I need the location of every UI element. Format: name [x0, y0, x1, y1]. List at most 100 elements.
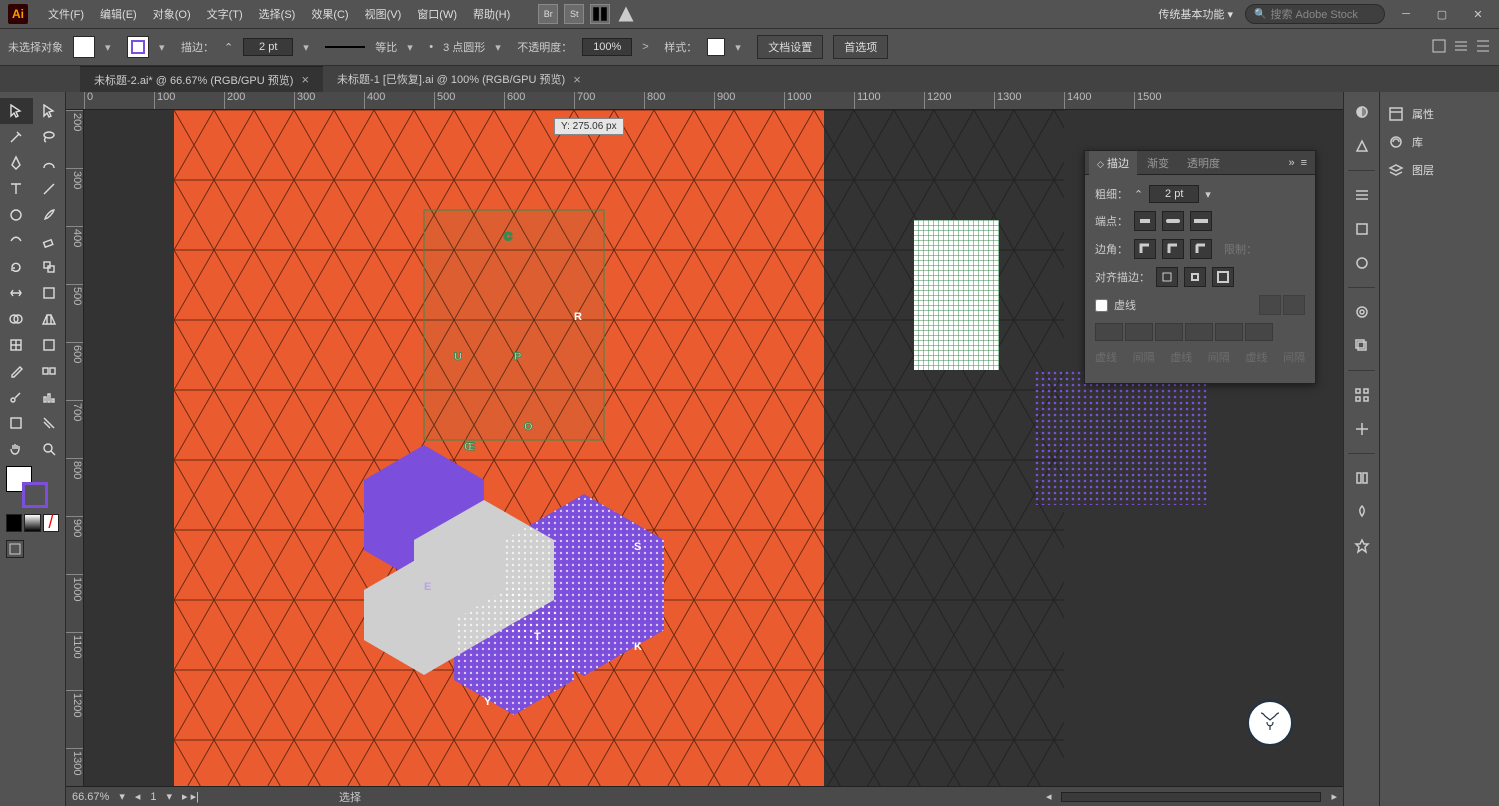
symbol-sprayer-tool[interactable]	[0, 384, 33, 410]
tab-close-icon[interactable]: ×	[301, 72, 309, 87]
transform-icon[interactable]	[1453, 38, 1469, 57]
cap-round-icon[interactable]	[1162, 211, 1184, 231]
minimize-button[interactable]: ─	[1391, 4, 1421, 24]
stock-button[interactable]: St	[564, 4, 584, 24]
color-guide-icon[interactable]	[1344, 132, 1380, 160]
libraries-panel-button[interactable]: 库	[1386, 128, 1493, 156]
line-tool[interactable]	[33, 176, 66, 202]
selection-tool[interactable]	[0, 98, 33, 124]
color-mode-gradient[interactable]	[24, 514, 40, 532]
graphic-styles-panel-icon[interactable]	[1344, 498, 1380, 526]
menu-select[interactable]: 选择(S)	[251, 2, 304, 26]
blend-tool[interactable]	[33, 358, 66, 384]
align-icon[interactable]	[1431, 38, 1447, 57]
pattern-swatch-purple[interactable]	[1034, 370, 1209, 505]
eyedropper-tool[interactable]	[0, 358, 33, 384]
layers-panel-button[interactable]: 图层	[1386, 156, 1493, 184]
document-setup-button[interactable]: 文档设置	[757, 35, 823, 59]
doc-tab-2[interactable]: 未标题-1 [已恢复].ai @ 100% (RGB/GPU 预览) ×	[323, 66, 595, 92]
eraser-tool[interactable]	[33, 228, 66, 254]
stroke-weight-input[interactable]	[243, 38, 293, 56]
symbols-panel-icon[interactable]	[1344, 298, 1380, 326]
pen-tool[interactable]	[0, 150, 33, 176]
panel-collapse-icon[interactable]: »	[1288, 157, 1294, 169]
zoom-tool[interactable]	[33, 436, 66, 462]
vertical-ruler[interactable]: 2003004005006007008009001000110012001300	[66, 110, 84, 786]
swatches-panel-icon[interactable]	[1344, 215, 1380, 243]
stroke-color-icon[interactable]	[22, 482, 48, 508]
align-inside-icon[interactable]	[1184, 267, 1206, 287]
fill-stroke-indicator[interactable]	[0, 462, 65, 512]
transform-panel-icon[interactable]	[1344, 332, 1380, 360]
join-bevel-icon[interactable]	[1190, 239, 1212, 259]
slice-tool[interactable]	[33, 410, 66, 436]
panel-menu-icon[interactable]	[1475, 38, 1491, 57]
align-center-icon[interactable]	[1156, 267, 1178, 287]
menu-view[interactable]: 视图(V)	[357, 2, 410, 26]
preferences-button[interactable]: 首选项	[833, 35, 888, 59]
fill-swatch[interactable]	[73, 36, 95, 58]
mesh-tool[interactable]	[0, 332, 33, 358]
ellipse-tool[interactable]	[0, 202, 33, 228]
symbols-icon[interactable]	[1344, 532, 1380, 560]
join-miter-icon[interactable]	[1134, 239, 1156, 259]
doc-tab-1[interactable]: 未标题-2.ai* @ 66.67% (RGB/GPU 预览) ×	[80, 66, 323, 93]
appearance-panel-icon[interactable]	[1344, 464, 1380, 492]
hand-tool[interactable]	[0, 436, 33, 462]
stroke-profile-icon[interactable]	[325, 46, 365, 48]
paintbrush-tool[interactable]	[33, 202, 66, 228]
menu-effect[interactable]: 效果(C)	[303, 2, 356, 26]
width-tool[interactable]	[0, 280, 33, 306]
align-panel-icon[interactable]	[1344, 381, 1380, 409]
gpu-icon[interactable]	[616, 4, 636, 24]
color-mode-solid[interactable]	[6, 514, 22, 532]
panel-menu-icon[interactable]: ≡	[1297, 157, 1311, 169]
scale-tool[interactable]	[33, 254, 66, 280]
type-tool[interactable]	[0, 176, 33, 202]
menu-edit[interactable]: 编辑(E)	[92, 2, 145, 26]
free-transform-tool[interactable]	[33, 280, 66, 306]
brush-label[interactable]: 3 点圆形	[443, 39, 485, 55]
color-mode-none[interactable]: /	[43, 514, 59, 532]
maximize-button[interactable]: ▢	[1427, 4, 1457, 24]
dashed-checkbox[interactable]	[1095, 299, 1108, 312]
stroke-panel-icon[interactable]	[1344, 181, 1380, 209]
align-outside-icon[interactable]	[1212, 267, 1234, 287]
artboard-tool[interactable]	[0, 410, 33, 436]
pattern-swatch-green[interactable]	[914, 220, 999, 370]
rotate-tool[interactable]	[0, 254, 33, 280]
join-round-icon[interactable]	[1162, 239, 1184, 259]
menu-type[interactable]: 文字(T)	[199, 2, 251, 26]
opacity-input[interactable]	[582, 38, 632, 56]
panel-tab-gradient[interactable]: 渐变	[1139, 151, 1177, 175]
panel-tab-stroke[interactable]: ◇ 描边	[1089, 151, 1137, 175]
profile-label[interactable]: 等比	[375, 39, 397, 55]
brushes-panel-icon[interactable]	[1344, 249, 1380, 277]
screen-mode-normal[interactable]	[6, 540, 24, 558]
column-graph-tool[interactable]	[33, 384, 66, 410]
perspective-grid-tool[interactable]	[33, 306, 66, 332]
menu-window[interactable]: 窗口(W)	[409, 2, 465, 26]
gradient-tool[interactable]	[33, 332, 66, 358]
pathfinder-panel-icon[interactable]	[1344, 415, 1380, 443]
menu-file[interactable]: 文件(F)	[40, 2, 92, 26]
cap-square-icon[interactable]	[1190, 211, 1212, 231]
stroke-weight-field[interactable]	[1149, 185, 1199, 203]
magic-wand-tool[interactable]	[0, 124, 33, 150]
tab-close-icon[interactable]: ×	[573, 72, 581, 87]
curvature-tool[interactable]	[33, 150, 66, 176]
shape-builder-tool[interactable]	[0, 306, 33, 332]
menu-object[interactable]: 对象(O)	[145, 2, 199, 26]
panel-tab-transparency[interactable]: 透明度	[1179, 151, 1228, 175]
zoom-level[interactable]: 66.67%	[72, 791, 109, 803]
horizontal-ruler[interactable]: 0100200300400500600700800900100011001200…	[66, 92, 1343, 110]
cap-butt-icon[interactable]	[1134, 211, 1156, 231]
direct-selection-tool[interactable]	[33, 98, 66, 124]
menu-help[interactable]: 帮助(H)	[465, 2, 518, 26]
bridge-button[interactable]: Br	[538, 4, 558, 24]
properties-panel-button[interactable]: 属性	[1386, 100, 1493, 128]
close-button[interactable]: ✕	[1463, 4, 1493, 24]
lasso-tool[interactable]	[33, 124, 66, 150]
workspace-switcher[interactable]: 传统基本功能 ▾	[1152, 6, 1239, 22]
horizontal-scrollbar[interactable]	[1061, 792, 1321, 802]
